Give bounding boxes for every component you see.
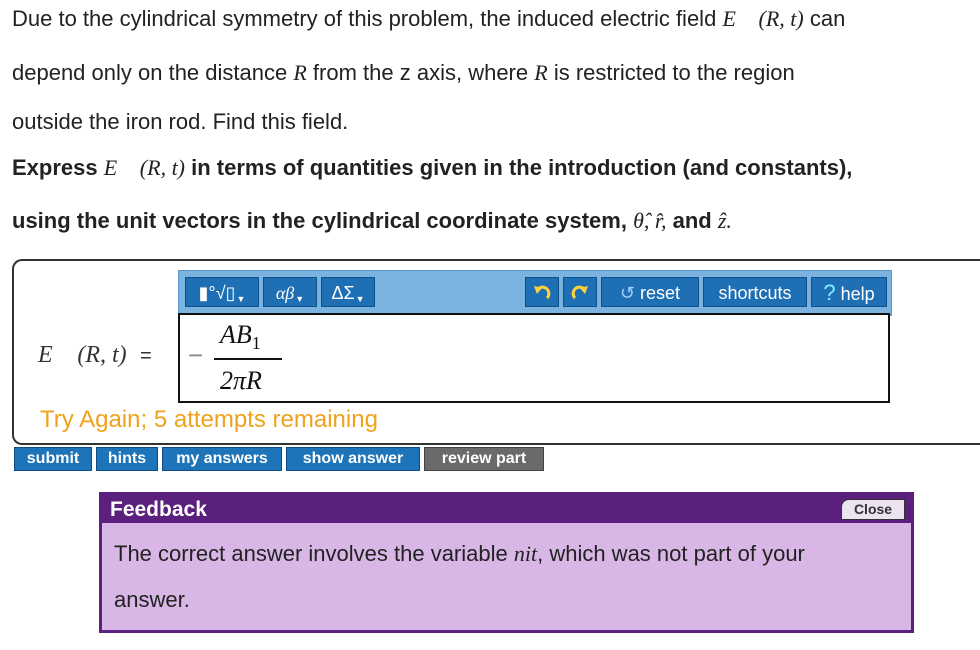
reset-button[interactable]: ↺ reset — [601, 277, 699, 307]
equals-sign: = — [140, 345, 152, 367]
answer-minus: − — [188, 340, 204, 370]
greek-menu-button[interactable]: αβ▼ — [263, 277, 317, 307]
question-line-1: Due to the cylindrical symmetry of this … — [12, 6, 846, 31]
feedback-header: Feedback Close — [102, 495, 911, 523]
feedback-close-button[interactable]: Close — [841, 499, 905, 520]
feedback-message: The correct answer involves the variable… — [114, 541, 805, 566]
templates-menu-button[interactable]: ▮°√▯▼ — [185, 277, 259, 307]
symbols-menu-button[interactable]: ΔΣ▼ — [321, 277, 375, 307]
math-toolbar: ▮°√▯▼ αβ▼ ΔΣ▼ ↺ reset shortcuts ? help — [178, 270, 892, 316]
my-answers-button[interactable]: my answers — [162, 447, 282, 471]
shortcuts-button[interactable]: shortcuts — [703, 277, 807, 307]
answer-lhs: E⃗ (R, t) — [38, 342, 127, 368]
submit-button[interactable]: submit — [14, 447, 92, 471]
answer-input[interactable] — [178, 313, 890, 403]
help-button[interactable]: ? help — [811, 277, 887, 307]
caret-down-icon: ▼ — [295, 294, 305, 304]
caret-down-icon: ▼ — [236, 294, 246, 304]
fraction-bar — [214, 358, 282, 360]
fraction-denominator: 2πR — [220, 366, 262, 395]
undo-icon — [534, 285, 551, 300]
question-line-3: outside the iron rod. Find this field. — [12, 109, 349, 134]
show-answer-button[interactable]: show answer — [286, 447, 420, 471]
help-icon: ? — [823, 280, 836, 305]
redo-icon — [571, 285, 588, 300]
fraction-numerator: AB1 — [220, 320, 261, 354]
feedback-panel: Feedback Close The correct answer involv… — [99, 492, 914, 633]
undo-button[interactable] — [525, 277, 559, 307]
feedback-title: Feedback — [110, 498, 207, 521]
question-instruction-2: using the unit vectors in the cylindrica… — [12, 208, 732, 233]
feedback-message-line-2: answer. — [114, 587, 190, 612]
redo-button[interactable] — [563, 277, 597, 307]
attempt-status: Try Again; 5 attempts remaining — [40, 406, 378, 433]
reset-icon: ↺ — [619, 283, 636, 303]
question-instruction-1: Express E⃗ (R, t) in terms of quantities… — [12, 155, 853, 180]
field-expression: E⃗ (R, t) — [722, 6, 804, 31]
caret-down-icon: ▼ — [355, 294, 365, 304]
hints-button[interactable]: hints — [96, 447, 158, 471]
review-part-button[interactable]: review part — [424, 447, 544, 471]
question-line-2: depend only on the distance R from the z… — [12, 60, 795, 85]
